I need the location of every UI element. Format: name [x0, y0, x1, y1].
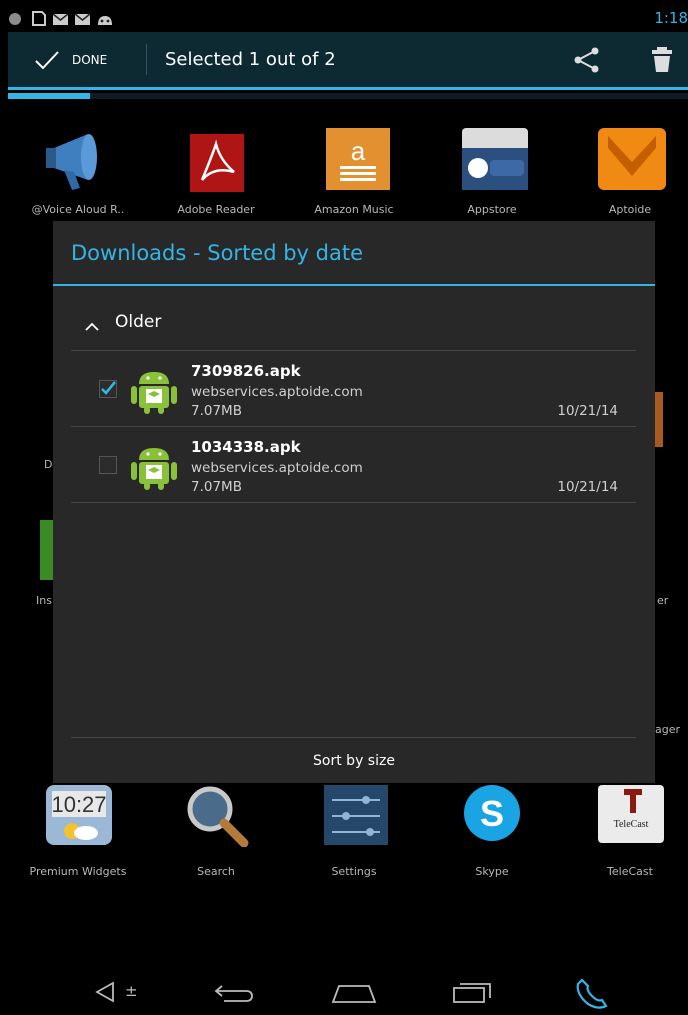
svg-text:TeleCast: TeleCast: [614, 819, 649, 830]
trash-icon[interactable]: [648, 45, 676, 75]
app-label: Aptoide: [608, 203, 652, 216]
app-label: Search: [197, 865, 235, 878]
download-filename: 1034338.apk: [191, 438, 301, 456]
svg-text:±: ±: [125, 982, 138, 1000]
app-label: @Voice Aloud R..: [31, 203, 125, 216]
download-filename: 7309826.apk: [191, 362, 301, 380]
circle-icon: [8, 11, 22, 30]
download-date: 10/21/14: [557, 479, 618, 495]
download-date: 10/21/14: [557, 403, 618, 419]
selection-title: Selected 1 out of 2: [165, 49, 336, 70]
svg-text:a: a: [351, 136, 366, 166]
dialog-title-divider: [53, 284, 655, 286]
clock: 1:18: [654, 9, 688, 27]
app-aptoide[interactable]: Aptoide: [565, 126, 688, 216]
dialog-title: Downloads - Sorted by date: [71, 241, 364, 265]
app-voice-aloud[interactable]: @Voice Aloud R..: [13, 126, 143, 216]
notification-icon: [30, 11, 46, 30]
download-row[interactable]: 7309826.apk webservices.aptoide.com 7.07…: [71, 352, 636, 426]
check-icon: [34, 50, 60, 70]
amazon-appstore-icon: [456, 126, 528, 198]
app-label: TeleCast: [607, 865, 653, 878]
row-checkbox[interactable]: [99, 380, 117, 398]
selection-progress-track: [8, 93, 688, 99]
app-appstore[interactable]: Appstore: [427, 126, 557, 216]
status-bar: 1:18: [8, 5, 688, 32]
volume-icon[interactable]: ±: [95, 980, 139, 1008]
downloads-dialog: Downloads - Sorted by date Older 7309826…: [53, 221, 655, 783]
telecast-icon: TeleCast: [594, 785, 666, 857]
android-icon: [96, 11, 114, 30]
skype-icon: S: [456, 785, 528, 857]
partial-app-icon: [40, 520, 54, 580]
partial-app-label: Ins: [36, 594, 52, 607]
app-label: Appstore: [467, 203, 517, 216]
app-label: Amazon Music: [314, 203, 394, 216]
mail-icon: [74, 11, 91, 30]
app-adobe-reader[interactable]: Adobe Reader: [151, 126, 281, 216]
done-label: DONE: [72, 52, 108, 67]
row-divider: [71, 426, 636, 427]
action-bar-divider: [146, 44, 147, 75]
done-button[interactable]: DONE: [8, 32, 146, 87]
adobe-reader-icon: [180, 126, 252, 198]
app-skype[interactable]: S Skype: [427, 785, 557, 878]
action-bar: DONE Selected 1 out of 2: [8, 32, 688, 90]
chevron-up-icon: [85, 317, 99, 331]
partial-app-label: er: [657, 594, 669, 607]
svg-text:S: S: [480, 793, 504, 834]
row-divider: [71, 502, 636, 503]
app-search[interactable]: Search: [151, 785, 281, 878]
megaphone-icon: [42, 126, 114, 198]
aptoide-icon: [594, 126, 666, 198]
app-settings[interactable]: Settings: [289, 785, 419, 878]
app-amazon-music[interactable]: a Amazon Music: [289, 126, 419, 216]
magnifier-icon: [180, 785, 252, 857]
mail-icon: [52, 11, 69, 30]
clock-widget-icon: 10:27: [42, 785, 114, 857]
partial-app-label: D: [44, 458, 53, 471]
app-label: Skype: [475, 865, 509, 878]
app-label: Premium Widgets: [29, 865, 127, 878]
app-premium-widgets[interactable]: 10:27 Premium Widgets: [13, 785, 143, 878]
group-label: Older: [115, 312, 162, 332]
home-icon[interactable]: [331, 980, 377, 1008]
download-row[interactable]: 1034338.apk webservices.aptoide.com 7.07…: [71, 428, 636, 502]
partial-app-label: ager: [655, 723, 681, 736]
back-icon[interactable]: [214, 980, 256, 1008]
sort-by-size-button[interactable]: Sort by size: [53, 738, 655, 783]
recents-icon[interactable]: [452, 980, 494, 1008]
partial-app-icon: [655, 392, 663, 447]
settings-sliders-icon: [318, 785, 390, 857]
apk-android-icon: [129, 366, 179, 414]
download-size: 7.07MB: [191, 403, 242, 419]
apk-android-icon: [129, 442, 179, 490]
phone-icon[interactable]: [574, 978, 610, 1014]
amazon-music-icon: a: [318, 126, 390, 198]
download-host: webservices.aptoide.com: [191, 460, 363, 476]
download-host: webservices.aptoide.com: [191, 384, 363, 400]
selection-progress-fill: [8, 93, 90, 99]
row-divider: [71, 350, 636, 351]
app-label: Settings: [331, 865, 377, 878]
share-icon[interactable]: [571, 46, 603, 74]
row-checkbox[interactable]: [99, 456, 117, 474]
app-label: Adobe Reader: [177, 203, 255, 216]
group-header-older[interactable]: Older: [71, 307, 641, 337]
download-size: 7.07MB: [191, 479, 242, 495]
app-telecast[interactable]: TeleCast TeleCast: [565, 785, 688, 878]
svg-text:10:27: 10:27: [51, 792, 106, 817]
